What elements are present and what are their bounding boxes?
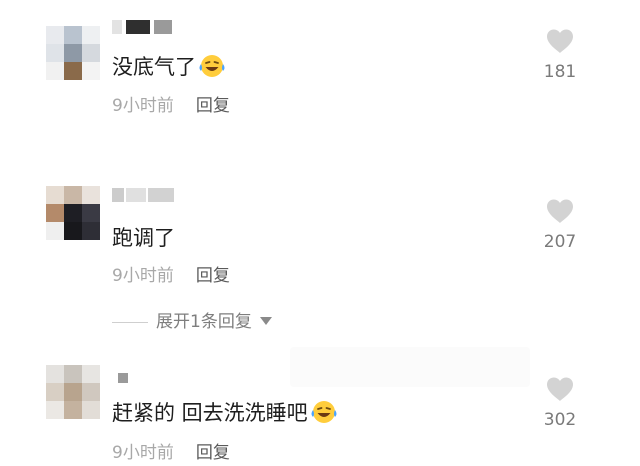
- avatar[interactable]: [46, 186, 100, 240]
- laughing-crying-emoji-icon: [198, 53, 226, 86]
- reply-button[interactable]: 回复: [196, 96, 230, 116]
- timestamp: 9小时前: [112, 443, 174, 463]
- comment-text: 跑调了: [112, 226, 175, 250]
- username-blurred[interactable]: [112, 371, 132, 385]
- background-smudge: [290, 347, 530, 387]
- reply-button[interactable]: 回复: [196, 266, 230, 286]
- triangle-down-icon: [259, 317, 272, 325]
- username-blurred[interactable]: [112, 20, 172, 34]
- heart-icon: [547, 29, 573, 53]
- like-count: 302: [543, 410, 577, 430]
- timestamp: 9小时前: [112, 266, 174, 286]
- comment-text: 没底气了: [112, 53, 226, 86]
- like-count: 181: [543, 62, 577, 82]
- avatar[interactable]: [46, 26, 100, 80]
- divider-line: [112, 321, 148, 323]
- comment-text: 赶紧的 回去洗洗睡吧: [112, 399, 338, 432]
- comment-meta: 9小时前 回复: [112, 265, 230, 287]
- username-blurred[interactable]: [112, 188, 174, 202]
- timestamp: 9小时前: [112, 96, 174, 116]
- comment-meta: 9小时前 回复: [112, 442, 230, 464]
- avatar[interactable]: [46, 365, 100, 419]
- expand-replies-label: 展开1条回复: [156, 312, 252, 332]
- heart-icon: [547, 377, 573, 401]
- laughing-crying-emoji-icon: [310, 399, 338, 432]
- like-button[interactable]: 302: [534, 376, 586, 430]
- expand-replies-button[interactable]: 展开1条回复: [112, 311, 272, 333]
- like-button[interactable]: 207: [534, 198, 586, 252]
- comment-meta: 9小时前 回复: [112, 95, 230, 117]
- reply-button[interactable]: 回复: [196, 443, 230, 463]
- like-button[interactable]: 181: [534, 28, 586, 82]
- like-count: 207: [543, 232, 577, 252]
- heart-icon: [547, 199, 573, 223]
